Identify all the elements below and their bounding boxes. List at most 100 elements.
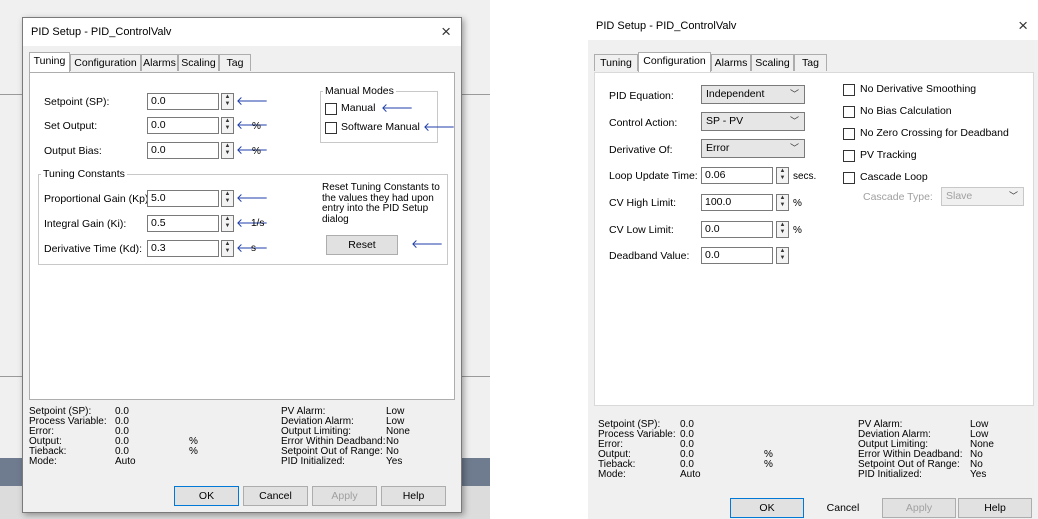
apply-button[interactable]: Apply: [882, 498, 956, 518]
status-tieback-unit: %: [764, 459, 773, 470]
manual-modes-title: Manual Modes: [323, 85, 396, 97]
arrow-left-icon[interactable]: 🡐: [423, 121, 455, 133]
kp-label: Proportional Gain (Kp):: [44, 193, 152, 205]
tab-scaling[interactable]: Scaling: [751, 54, 794, 71]
deadband-input[interactable]: 0.0: [701, 247, 773, 264]
status-mode-value: Auto: [680, 469, 701, 480]
tab-alarms[interactable]: Alarms: [711, 54, 751, 71]
cv-low-spinner[interactable]: ▲ ▼: [776, 221, 789, 238]
kd-unit: s: [251, 243, 256, 254]
arrow-left-icon[interactable]: 🡐: [236, 95, 268, 107]
loop-update-spinner[interactable]: ▲ ▼: [776, 167, 789, 184]
status-pid-init-label: PID Initialized:: [281, 456, 345, 467]
deadband-spinner[interactable]: ▲ ▼: [776, 247, 789, 264]
arrow-left-icon[interactable]: 🡐: [236, 192, 268, 204]
cancel-button[interactable]: Cancel: [806, 498, 880, 518]
loop-update-label: Loop Update Time:: [609, 170, 698, 182]
derivative-of-select[interactable]: Error ﹀: [701, 139, 805, 158]
cascade-type-select[interactable]: Slave ﹀: [941, 187, 1024, 206]
ki-spinner[interactable]: ▲ ▼: [221, 215, 234, 232]
cv-low-unit: %: [793, 225, 802, 236]
apply-button[interactable]: Apply: [312, 486, 377, 506]
no-zero-crossing-checkbox[interactable]: [843, 128, 855, 140]
no-derivative-smoothing-checkbox[interactable]: [843, 84, 855, 96]
output-bias-unit: %: [252, 146, 261, 157]
tab-configuration[interactable]: Configuration: [70, 54, 141, 71]
no-bias-calculation-checkbox[interactable]: [843, 106, 855, 118]
cv-high-input[interactable]: 100.0: [701, 194, 773, 211]
setpoint-spinner[interactable]: ▲ ▼: [221, 93, 234, 110]
status-pid-init-label: PID Initialized:: [858, 469, 922, 480]
cv-high-unit: %: [793, 198, 802, 209]
pid-equation-select[interactable]: Independent ﹀: [701, 85, 805, 104]
tab-configuration[interactable]: Configuration: [638, 52, 711, 72]
set-output-input[interactable]: 0.0: [147, 117, 219, 134]
status-mode-label: Mode:: [598, 469, 626, 480]
ok-button[interactable]: OK: [730, 498, 804, 518]
tab-tag[interactable]: Tag: [794, 54, 827, 71]
ki-label: Integral Gain (Ki):: [44, 218, 127, 230]
setpoint-label: Setpoint (SP):: [44, 96, 110, 108]
help-button[interactable]: Help: [958, 498, 1032, 518]
setpoint-input[interactable]: 0.0: [147, 93, 219, 110]
kp-spinner[interactable]: ▲ ▼: [221, 190, 234, 207]
tab-tuning[interactable]: Tuning: [29, 52, 70, 72]
control-action-label: Control Action:: [609, 117, 678, 129]
cancel-button[interactable]: Cancel: [243, 486, 308, 506]
deadband-label: Deadband Value:: [609, 250, 690, 262]
manual-label: Manual: [341, 102, 376, 114]
help-button[interactable]: Help: [381, 486, 446, 506]
set-output-label: Set Output:: [44, 120, 98, 132]
kd-spinner[interactable]: ▲ ▼: [221, 240, 234, 257]
loop-update-input[interactable]: 0.06: [701, 167, 773, 184]
tuning-panel: Setpoint (SP): 0.0 ▲ ▼ 🡐 Set Output: 0.0 …: [29, 72, 455, 400]
kd-input[interactable]: 0.3: [147, 240, 219, 257]
pid-setup-dialog-configuration: PID Setup - PID_ControlValv × Tuning Con…: [588, 12, 1038, 519]
pid-equation-label: PID Equation:: [609, 90, 674, 102]
status-tieback-unit: %: [189, 446, 198, 457]
kp-input[interactable]: 5.0: [147, 190, 219, 207]
cascade-loop-label: Cascade Loop: [860, 171, 928, 183]
status-mode-value: Auto: [115, 456, 136, 467]
pv-tracking-checkbox[interactable]: [843, 150, 855, 162]
tuning-constants-title: Tuning Constants: [41, 168, 127, 180]
status-pid-init-value: Yes: [386, 456, 403, 467]
pid-setup-dialog-tuning: PID Setup - PID_ControlValv × Tuning Con…: [22, 17, 462, 513]
kd-label: Derivative Time (Kd):: [44, 243, 143, 255]
reset-description: Reset Tuning Constants to the values the…: [322, 182, 440, 225]
manual-modes-group: Manual Modes Manual 🡐 Software Manual 🡐: [320, 85, 455, 143]
no-zero-crossing-label: No Zero Crossing for Deadband: [860, 127, 1009, 139]
set-output-unit: %: [252, 121, 261, 132]
cv-low-input[interactable]: 0.0: [701, 221, 773, 238]
arrow-left-icon[interactable]: 🡐: [411, 238, 443, 250]
title-bar: PID Setup - PID_ControlValv ×: [23, 18, 461, 46]
ok-button[interactable]: OK: [174, 486, 239, 506]
manual-checkbox[interactable]: [325, 103, 337, 115]
control-action-value: SP - PV: [706, 115, 744, 127]
cascade-type-label: Cascade Type:: [863, 191, 933, 203]
tab-alarms[interactable]: Alarms: [141, 54, 178, 71]
output-bias-input[interactable]: 0.0: [147, 142, 219, 159]
loop-update-unit: secs.: [793, 171, 817, 182]
output-bias-spinner[interactable]: ▲ ▼: [221, 142, 234, 159]
arrow-left-icon[interactable]: 🡐: [381, 102, 413, 114]
tab-tag[interactable]: Tag: [219, 54, 251, 71]
close-icon[interactable]: ×: [441, 22, 451, 42]
set-output-spinner[interactable]: ▲ ▼: [221, 117, 234, 134]
derivative-of-label: Derivative Of:: [609, 144, 673, 156]
cv-high-spinner[interactable]: ▲ ▼: [776, 194, 789, 211]
tab-scaling[interactable]: Scaling: [178, 54, 219, 71]
tab-tuning[interactable]: Tuning: [594, 54, 638, 71]
cv-high-label: CV High Limit:: [609, 197, 677, 209]
ki-input[interactable]: 0.5: [147, 215, 219, 232]
close-icon[interactable]: ×: [1018, 16, 1028, 36]
output-bias-label: Output Bias:: [44, 145, 102, 157]
reset-button[interactable]: Reset: [326, 235, 398, 255]
status-pid-init-value: Yes: [970, 469, 987, 480]
software-manual-checkbox[interactable]: [325, 122, 337, 134]
cascade-loop-checkbox[interactable]: [843, 172, 855, 184]
dialog-title: PID Setup - PID_ControlValv: [31, 26, 172, 38]
control-action-select[interactable]: SP - PV ﹀: [701, 112, 805, 131]
chevron-down-icon: ﹀: [789, 116, 799, 126]
cv-low-label: CV Low Limit:: [609, 224, 674, 236]
